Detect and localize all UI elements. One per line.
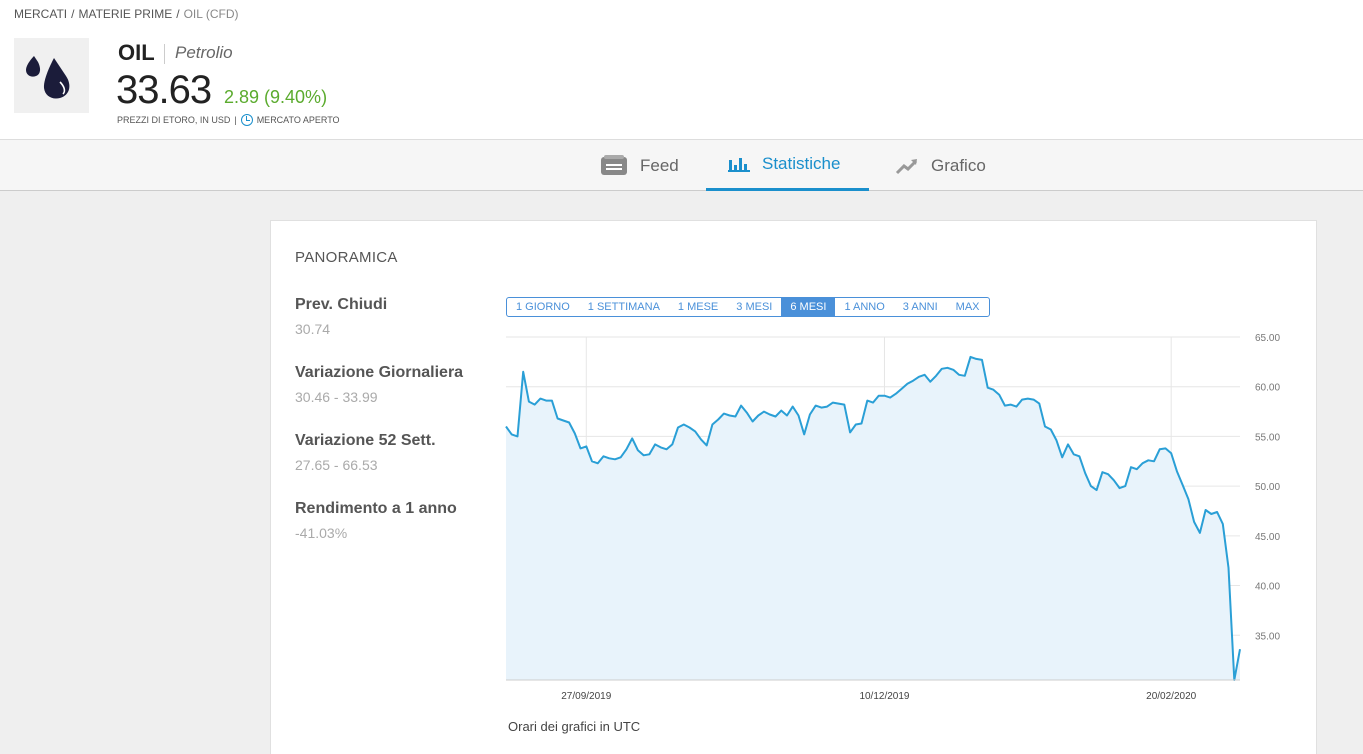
breadcrumb-markets[interactable]: MERCATI	[14, 7, 67, 21]
y-tick-label: 35.00	[1255, 631, 1280, 642]
breadcrumb-separator: /	[176, 7, 180, 21]
y-tick-label: 50.00	[1255, 482, 1280, 493]
breadcrumb-current: OIL (CFD)	[183, 7, 239, 21]
breadcrumb-commodities[interactable]: MATERIE PRIME	[78, 7, 172, 21]
y-tick-label: 45.00	[1255, 532, 1280, 543]
timezone-note: Orari dei grafici in UTC	[508, 719, 641, 734]
x-tick-label: 10/12/2019	[859, 691, 909, 702]
feed-icon	[601, 154, 627, 175]
tab-bar: Feed Statistiche Grafico	[0, 140, 1363, 191]
bar-chart-icon	[728, 158, 750, 172]
y-tick-label: 55.00	[1255, 432, 1280, 443]
price-info: PREZZI DI ETORO, IN USD | MERCATO APERTO	[117, 114, 340, 126]
clock-icon	[240, 114, 253, 126]
breadcrumb-separator: /	[71, 7, 75, 21]
price-source-label: PREZZI DI ETORO, IN USD	[117, 115, 231, 125]
header-divider	[164, 44, 165, 64]
price-change: 2.89 (9.40%)	[224, 87, 328, 107]
x-tick-label: 20/02/2020	[1146, 691, 1196, 702]
asset-name: Petrolio	[175, 43, 233, 62]
tab-statistics-label: Statistiche	[762, 154, 841, 173]
y-tick-label: 60.00	[1255, 383, 1280, 394]
tab-feed[interactable]: Feed	[600, 140, 700, 191]
oil-drops-logo	[14, 38, 89, 113]
price-chart: 35.00 40.00 45.00 50.00 55.00 60.00 65.00 27/09…	[505, 333, 1280, 702]
tab-statistics[interactable]: Statistiche	[706, 140, 869, 191]
header: MERCATI / MATERIE PRIME / OIL (CFD) OIL Petr…	[0, 0, 1363, 140]
asset-price: 33.63	[116, 68, 212, 112]
tab-chart[interactable]: Grafico	[895, 140, 1005, 191]
info-separator: |	[234, 115, 237, 125]
y-tick-label: 65.00	[1255, 333, 1280, 344]
y-tick-label: 40.00	[1255, 582, 1280, 593]
tab-feed-label: Feed	[640, 155, 679, 175]
breadcrumb: MERCATI / MATERIE PRIME / OIL (CFD)	[14, 7, 238, 21]
oil-drops-icon	[26, 56, 70, 99]
price-area	[506, 356, 1240, 680]
trend-chart-icon	[895, 158, 918, 174]
asset-symbol: OIL	[118, 40, 155, 65]
tab-chart-label: Grafico	[931, 155, 986, 175]
market-status: MERCATO APERTO	[256, 115, 340, 125]
overview-card: PANORAMICA Prev. Chiudi 30.74 Variazione…	[270, 220, 1317, 754]
x-tick-label: 27/09/2019	[561, 691, 611, 702]
